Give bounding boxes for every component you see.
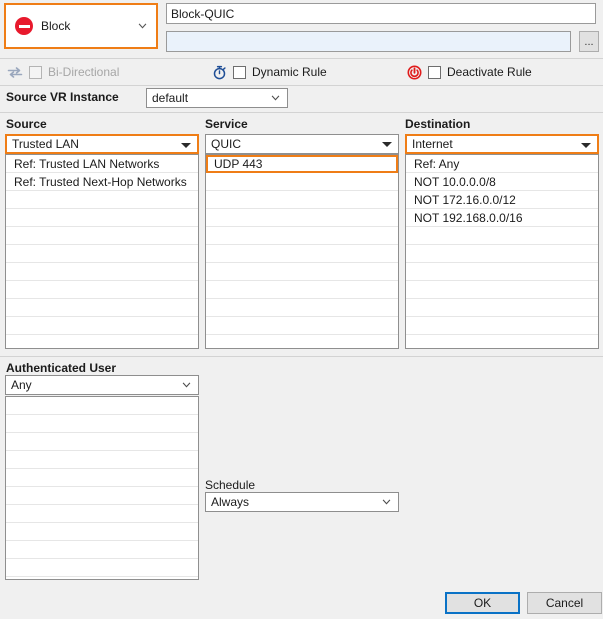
list-item-empty[interactable] — [406, 299, 598, 317]
deactivate-rule-option[interactable]: Deactivate Rule — [405, 62, 532, 82]
block-icon — [15, 17, 33, 35]
list-item-empty[interactable] — [206, 245, 398, 263]
authenticated-user-value: Any — [11, 378, 32, 392]
browse-button[interactable]: ... — [579, 31, 599, 52]
list-item-empty[interactable] — [6, 523, 198, 541]
service-list[interactable]: UDP 443 — [205, 154, 399, 349]
source-vr-instance-value: default — [152, 91, 189, 105]
deactivate-rule-label: Deactivate Rule — [447, 65, 532, 79]
list-item-empty[interactable] — [6, 263, 198, 281]
bi-directional-option[interactable]: Bi-Directional — [6, 62, 119, 82]
ok-button[interactable]: OK — [445, 592, 520, 614]
action-select[interactable]: Block — [4, 3, 158, 49]
source-vr-instance-label: Source VR Instance — [6, 90, 119, 104]
dropdown-arrow-icon — [181, 143, 191, 148]
source-select-value: Trusted LAN — [12, 137, 79, 151]
service-select[interactable]: QUIC — [205, 134, 399, 154]
list-item-empty[interactable] — [206, 299, 398, 317]
list-item[interactable]: Ref: Any — [406, 155, 598, 173]
firewall-rule-dialog: Block ... Bi-Directional — [0, 0, 603, 619]
list-item[interactable]: Ref: Trusted Next-Hop Networks — [6, 173, 198, 191]
chevron-down-icon — [271, 95, 280, 101]
service-column-title: Service — [205, 117, 248, 131]
rule-description-input[interactable] — [166, 31, 571, 52]
source-list[interactable]: Ref: Trusted LAN Networks Ref: Trusted N… — [5, 154, 199, 349]
list-item-empty[interactable] — [6, 541, 198, 559]
destination-select[interactable]: Internet — [405, 134, 599, 154]
divider — [0, 356, 603, 357]
divider — [0, 85, 603, 86]
source-vr-instance-select[interactable]: default — [146, 88, 288, 108]
destination-select-value: Internet — [412, 137, 453, 151]
list-item-empty[interactable] — [406, 245, 598, 263]
destination-list[interactable]: Ref: Any NOT 10.0.0.0/8 NOT 172.16.0.0/1… — [405, 154, 599, 349]
list-item[interactable]: Ref: Trusted LAN Networks — [6, 155, 198, 173]
list-item-empty[interactable] — [406, 263, 598, 281]
list-item-empty[interactable] — [6, 209, 198, 227]
list-item-empty[interactable] — [6, 227, 198, 245]
list-item[interactable]: NOT 10.0.0.0/8 — [406, 173, 598, 191]
authenticated-user-list[interactable] — [5, 396, 199, 580]
authenticated-user-select[interactable]: Any — [5, 375, 199, 395]
dynamic-rule-checkbox[interactable] — [233, 65, 246, 79]
source-select[interactable]: Trusted LAN — [5, 134, 199, 154]
list-item-empty[interactable] — [406, 281, 598, 299]
list-item[interactable]: UDP 443 — [206, 155, 398, 173]
bidirectional-arrows-icon — [6, 64, 24, 80]
list-item-empty[interactable] — [206, 191, 398, 209]
service-select-value: QUIC — [211, 137, 241, 151]
chevron-down-icon — [182, 382, 191, 388]
list-item-empty[interactable] — [6, 433, 198, 451]
stopwatch-icon — [210, 64, 228, 80]
dynamic-rule-option[interactable]: Dynamic Rule — [210, 62, 327, 82]
divider — [0, 58, 603, 59]
list-item-empty[interactable] — [6, 415, 198, 433]
schedule-value: Always — [211, 495, 250, 509]
rule-name-input[interactable] — [166, 3, 596, 24]
list-item-empty[interactable] — [406, 227, 598, 245]
list-item-empty[interactable] — [206, 227, 398, 245]
dropdown-arrow-icon — [382, 142, 392, 147]
deactivate-rule-checkbox[interactable] — [428, 65, 441, 79]
list-item[interactable]: NOT 172.16.0.0/12 — [406, 191, 598, 209]
list-item-empty[interactable] — [6, 245, 198, 263]
chevron-down-icon — [138, 23, 147, 29]
list-item-empty[interactable] — [206, 317, 398, 335]
list-item-empty[interactable] — [6, 469, 198, 487]
authenticated-user-label: Authenticated User — [6, 361, 117, 375]
list-item-empty[interactable] — [6, 299, 198, 317]
bi-directional-label: Bi-Directional — [48, 65, 120, 79]
chevron-down-icon — [382, 499, 391, 505]
list-item-empty[interactable] — [206, 335, 398, 348]
dropdown-arrow-icon — [581, 143, 591, 148]
cancel-button[interactable]: Cancel — [527, 592, 602, 614]
list-item-empty[interactable] — [6, 505, 198, 523]
bi-directional-checkbox[interactable] — [29, 65, 42, 79]
dynamic-rule-label: Dynamic Rule — [252, 65, 327, 79]
divider — [0, 112, 603, 113]
list-item-empty[interactable] — [206, 263, 398, 281]
schedule-select[interactable]: Always — [205, 492, 399, 512]
list-item-empty[interactable] — [6, 335, 198, 348]
action-label: Block — [41, 19, 71, 33]
list-item-empty[interactable] — [6, 397, 198, 415]
list-item-empty[interactable] — [206, 209, 398, 227]
list-item-empty[interactable] — [6, 191, 198, 209]
list-item-empty[interactable] — [6, 281, 198, 299]
list-item-empty[interactable] — [206, 281, 398, 299]
list-item-empty[interactable] — [6, 317, 198, 335]
list-item-empty[interactable] — [406, 335, 598, 348]
list-item-empty[interactable] — [6, 487, 198, 505]
list-item-empty[interactable] — [6, 559, 198, 577]
power-icon — [405, 64, 423, 80]
list-item-empty[interactable] — [406, 317, 598, 335]
source-column-title: Source — [6, 117, 47, 131]
list-item-empty[interactable] — [6, 451, 198, 469]
list-item-empty[interactable] — [206, 173, 398, 191]
list-item[interactable]: NOT 192.168.0.0/16 — [406, 209, 598, 227]
schedule-label: Schedule — [205, 478, 256, 492]
destination-column-title: Destination — [405, 117, 471, 131]
